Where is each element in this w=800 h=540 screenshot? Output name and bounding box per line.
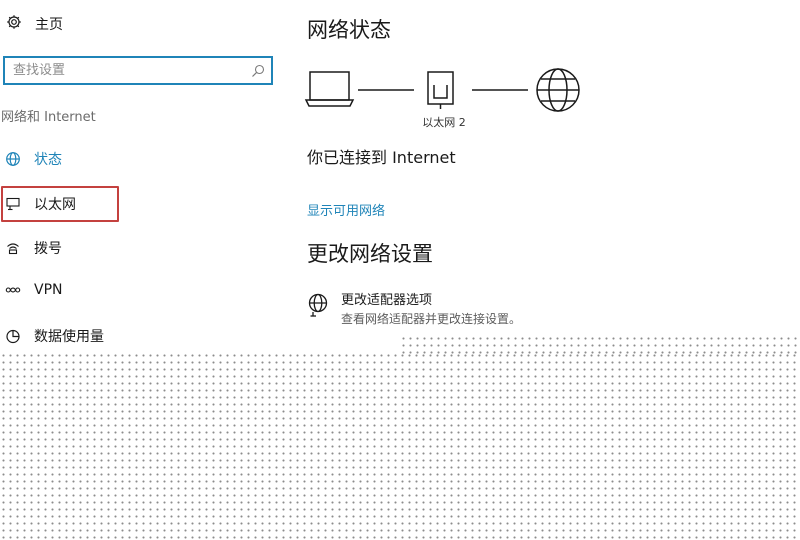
network-status-diagram (304, 68, 580, 112)
option-title: 更改适配器选项 (341, 293, 433, 308)
sidebar-item-status[interactable]: 状态 (4, 149, 62, 169)
adapter-globe-icon (307, 293, 329, 327)
search-input[interactable] (13, 61, 243, 80)
option-description: 查看网络适配器并更改连接设置。 (341, 312, 522, 326)
dotted-background-top (400, 335, 800, 355)
sidebar-item-label: 主页 (35, 17, 63, 33)
ethernet-adapter-icon (427, 71, 454, 109)
sidebar-item-ethernet[interactable]: 以太网 (4, 194, 76, 214)
sidebar-item-vpn[interactable]: VPN (4, 282, 63, 298)
search-icon[interactable] (251, 63, 265, 82)
sidebar-item-label: 拨号 (34, 241, 62, 257)
adapter-label: 以太网 2 (422, 116, 466, 129)
data-usage-icon (4, 328, 22, 344)
gear-icon (6, 14, 22, 34)
vpn-icon (4, 282, 22, 298)
globe-icon (4, 151, 22, 167)
sidebar-item-data-usage[interactable]: 数据使用量 (4, 326, 104, 346)
sidebar-item-label: VPN (34, 282, 63, 298)
dotted-background (0, 352, 800, 540)
sidebar-item-home[interactable]: 主页 (6, 14, 63, 34)
dialup-icon (4, 240, 22, 256)
sidebar-item-label: 数据使用量 (34, 329, 104, 345)
show-available-networks-link[interactable]: 显示可用网络 (307, 200, 385, 219)
sidebar-item-label: 以太网 (34, 197, 76, 213)
section-heading: 更改网络设置 (307, 242, 433, 266)
section-title: 网络和 Internet (1, 110, 96, 125)
ethernet-icon (4, 196, 22, 212)
change-adapter-options-button[interactable]: 更改适配器选项 查看网络适配器并更改连接设置。 (307, 293, 521, 327)
sidebar-item-dialup[interactable]: 拨号 (4, 238, 62, 258)
internet-globe-icon (536, 68, 580, 112)
search-box[interactable] (3, 56, 273, 85)
sidebar-item-label: 状态 (34, 152, 62, 168)
computer-icon (304, 71, 355, 107)
page-title: 网络状态 (307, 18, 391, 42)
connection-status-text: 你已连接到 Internet (307, 148, 456, 167)
